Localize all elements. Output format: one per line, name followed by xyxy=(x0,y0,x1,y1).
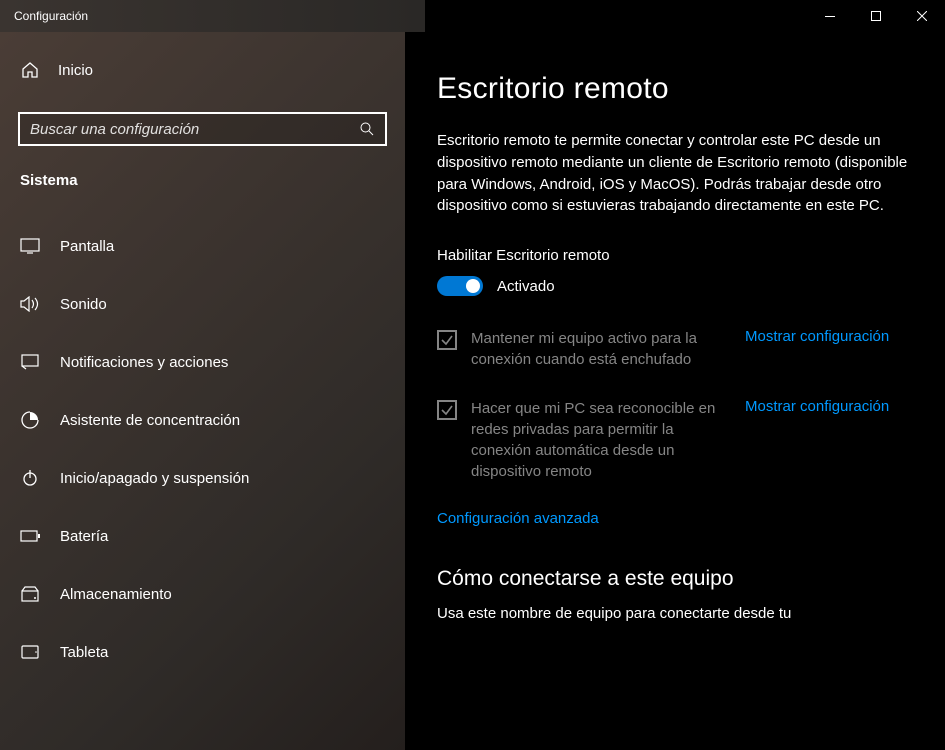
home-label: Inicio xyxy=(58,62,93,79)
nav-label: Inicio/apagado y suspensión xyxy=(60,470,249,487)
focus-icon xyxy=(20,410,40,430)
sidebar-item-notificaciones[interactable]: Notificaciones y acciones xyxy=(0,333,405,391)
nav-label: Notificaciones y acciones xyxy=(60,354,228,371)
search-icon xyxy=(359,121,375,137)
sidebar-item-almacenamiento[interactable]: Almacenamiento xyxy=(0,565,405,623)
sidebar-item-sonido[interactable]: Sonido xyxy=(0,275,405,333)
sidebar-item-tableta[interactable]: Tableta xyxy=(0,623,405,681)
power-icon xyxy=(20,468,40,488)
minimize-icon xyxy=(825,16,835,17)
keep-awake-settings-link[interactable]: Mostrar configuración xyxy=(745,328,889,345)
sidebar-item-bateria[interactable]: Batería xyxy=(0,507,405,565)
nav-label: Batería xyxy=(60,528,108,545)
advanced-settings-link[interactable]: Configuración avanzada xyxy=(437,510,599,527)
connect-instruction: Usa este nombre de equipo para conectart… xyxy=(437,605,913,622)
discoverable-checkbox[interactable] xyxy=(437,400,457,420)
nav-list: Pantalla Sonido Notificaciones y accione… xyxy=(0,217,405,681)
toggle-state-label: Activado xyxy=(497,278,555,295)
checkmark-icon xyxy=(440,403,454,417)
maximize-button[interactable] xyxy=(853,0,899,32)
battery-icon xyxy=(20,526,40,546)
sidebar-item-asistente[interactable]: Asistente de concentración xyxy=(0,391,405,449)
storage-icon xyxy=(20,584,40,604)
home-button[interactable]: Inicio xyxy=(0,48,405,92)
search-box[interactable] xyxy=(18,112,387,146)
discoverable-label: Hacer que mi PC sea reconocible en redes… xyxy=(471,398,731,482)
connect-subheading: Cómo conectarse a este equipo xyxy=(437,567,913,591)
content-pane: Escritorio remoto Escritorio remoto te p… xyxy=(405,32,945,750)
window-title: Configuración xyxy=(0,9,88,23)
nav-label: Sonido xyxy=(60,296,107,313)
checkmark-icon xyxy=(440,333,454,347)
sound-icon xyxy=(20,294,40,314)
keep-awake-checkbox[interactable] xyxy=(437,330,457,350)
sidebar-item-power[interactable]: Inicio/apagado y suspensión xyxy=(0,449,405,507)
nav-label: Pantalla xyxy=(60,238,114,255)
titlebar: Configuración xyxy=(0,0,945,32)
close-icon xyxy=(917,11,927,21)
sidebar-item-pantalla[interactable]: Pantalla xyxy=(0,217,405,275)
minimize-button[interactable] xyxy=(807,0,853,32)
nav-label: Tableta xyxy=(60,644,108,661)
discoverable-settings-link[interactable]: Mostrar configuración xyxy=(745,398,889,415)
page-title: Escritorio remoto xyxy=(437,72,913,106)
maximize-icon xyxy=(871,11,881,21)
notifications-icon xyxy=(20,352,40,372)
enable-label: Habilitar Escritorio remoto xyxy=(437,247,913,264)
nav-label: Asistente de concentración xyxy=(60,412,240,429)
keep-awake-label: Mantener mi equipo activo para la conexi… xyxy=(471,328,731,370)
nav-label: Almacenamiento xyxy=(60,586,172,603)
display-icon xyxy=(20,236,40,256)
sidebar: Inicio Sistema Pantalla Sonido Noti xyxy=(0,32,405,750)
page-description: Escritorio remoto te permite conectar y … xyxy=(437,130,913,217)
toggle-knob xyxy=(466,279,480,293)
close-button[interactable] xyxy=(899,0,945,32)
enable-toggle[interactable] xyxy=(437,276,483,296)
search-input[interactable] xyxy=(30,121,359,138)
tablet-icon xyxy=(20,642,40,662)
category-heading: Sistema xyxy=(0,172,405,189)
home-icon xyxy=(20,60,40,80)
